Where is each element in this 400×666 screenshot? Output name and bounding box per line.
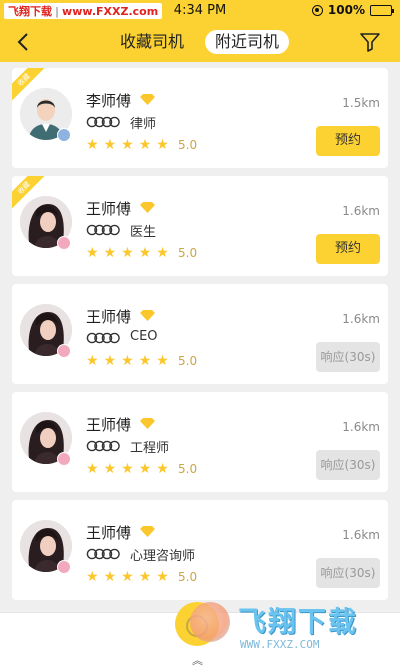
driver-name: 王师傅 (86, 200, 132, 218)
driver-card[interactable]: 收藏 李师傅 律师 ★ ★ ★ ★ ★ 5.0 1.5km 预约 (12, 68, 388, 168)
star-rating: ★ ★ ★ ★ ★ (86, 570, 169, 584)
star-icon: ★ (138, 461, 152, 477)
site-watermark: 飞翔下载 WWW.FXXZ.COM (180, 598, 394, 662)
watermark-logo (190, 602, 230, 642)
star-icon: ★ (121, 569, 134, 585)
rating-value: 5.0 (178, 570, 198, 584)
gender-badge (57, 128, 71, 142)
star-icon: ★ (121, 461, 134, 477)
watermark-title: 飞翔下载 (238, 605, 359, 638)
star-icon: ★ (103, 137, 117, 153)
star-icon: ★ (138, 137, 152, 153)
driver-profession: CEO (130, 329, 158, 344)
battery-icon (370, 4, 394, 16)
car-brand-icon (86, 224, 120, 236)
filter-button[interactable] (358, 30, 382, 54)
driver-name: 王师傅 (86, 416, 132, 434)
driver-profession: 律师 (130, 117, 157, 132)
response-button[interactable]: 响应(30s) (316, 342, 380, 372)
driver-name: 王师傅 (86, 308, 132, 326)
star-icon: ★ (86, 353, 99, 369)
tab-favorite-drivers[interactable]: 收藏司机 (110, 30, 194, 54)
star-icon: ★ (121, 245, 134, 261)
star-icon: ★ (86, 137, 99, 153)
diamond-icon (140, 94, 155, 105)
driver-card[interactable]: 王师傅 CEO ★ ★ ★ ★ ★ 5.0 1.6km 响应(30s) (12, 284, 388, 384)
tab-nearby-drivers[interactable]: 附近司机 (205, 30, 290, 54)
star-icon: ★ (103, 461, 117, 477)
star-icon: ★ (103, 569, 117, 585)
star-icon: ★ (86, 461, 99, 477)
car-brand-icon (86, 116, 120, 128)
diamond-icon (140, 526, 155, 537)
rating-value: 5.0 (178, 354, 198, 368)
back-button[interactable] (10, 28, 38, 56)
book-button[interactable]: 预约 (316, 126, 380, 156)
star-icon: ★ (138, 569, 152, 585)
rating-value: 5.0 (178, 138, 198, 152)
gender-badge (57, 236, 71, 250)
gender-badge (57, 452, 71, 466)
rating-value: 5.0 (178, 246, 198, 260)
distance: 1.6km (342, 420, 380, 434)
car-brand-icon (86, 548, 120, 560)
star-icon: ★ (86, 245, 99, 261)
driver-name: 王师傅 (86, 524, 132, 542)
response-button[interactable]: 响应(30s) (316, 450, 380, 480)
top-bar: 飞翔下载 | www.FXXZ.com 4:34 PM 100% 收藏司机 附近… (0, 0, 400, 62)
distance: 1.5km (342, 96, 380, 110)
diamond-icon (140, 310, 155, 321)
gender-badge (57, 560, 71, 574)
star-icon: ★ (121, 353, 134, 369)
star-icon: ★ (86, 569, 99, 585)
driver-card[interactable]: 收藏 王师傅 医生 ★ ★ ★ ★ ★ 5.0 1.6km 预约 (12, 176, 388, 276)
star-icon: ★ (156, 245, 169, 261)
distance: 1.6km (342, 204, 380, 218)
star-icon: ★ (138, 353, 152, 369)
driver-card[interactable]: 王师傅 心理咨询师 ★ ★ ★ ★ ★ 5.0 1.6km 响应(30s) (12, 500, 388, 600)
rotation-lock-icon (311, 4, 323, 16)
watermark-url-text: WWW.FXXZ.COM (240, 638, 320, 651)
status-bar: 飞翔下载 | www.FXXZ.com 4:34 PM 100% (0, 0, 400, 22)
driver-profession: 心理咨询师 (130, 549, 196, 564)
diamond-icon (140, 418, 155, 429)
driver-name: 李师傅 (86, 92, 132, 110)
star-icon: ★ (156, 461, 169, 477)
response-button[interactable]: 响应(30s) (316, 558, 380, 588)
driver-profession: 工程师 (130, 441, 170, 456)
star-rating: ★ ★ ★ ★ ★ (86, 246, 169, 260)
car-brand-icon (86, 332, 120, 344)
status-right: 100% (311, 3, 394, 17)
header: 收藏司机 附近司机 (0, 22, 400, 62)
star-icon: ★ (121, 137, 134, 153)
star-rating: ★ ★ ★ ★ ★ (86, 354, 169, 368)
distance: 1.6km (342, 312, 380, 326)
star-rating: ★ ★ ★ ★ ★ (86, 138, 169, 152)
battery-percent: 100% (327, 3, 365, 17)
gender-badge (57, 344, 71, 358)
filter-icon (360, 33, 380, 52)
star-icon: ★ (103, 353, 117, 369)
car-brand-icon (86, 440, 120, 452)
star-icon: ★ (138, 245, 152, 261)
diamond-icon (140, 202, 155, 213)
chevron-left-icon (17, 33, 28, 51)
driver-profession: 医生 (130, 225, 157, 240)
driver-card[interactable]: 王师傅 工程师 ★ ★ ★ ★ ★ 5.0 1.6km 响应(30s) (12, 392, 388, 492)
distance: 1.6km (342, 528, 380, 542)
star-rating: ★ ★ ★ ★ ★ (86, 462, 169, 476)
star-icon: ★ (156, 353, 169, 369)
rating-value: 5.0 (178, 462, 198, 476)
book-button[interactable]: 预约 (316, 234, 380, 264)
star-icon: ★ (156, 137, 169, 153)
star-icon: ★ (156, 569, 169, 585)
star-icon: ★ (103, 245, 117, 261)
